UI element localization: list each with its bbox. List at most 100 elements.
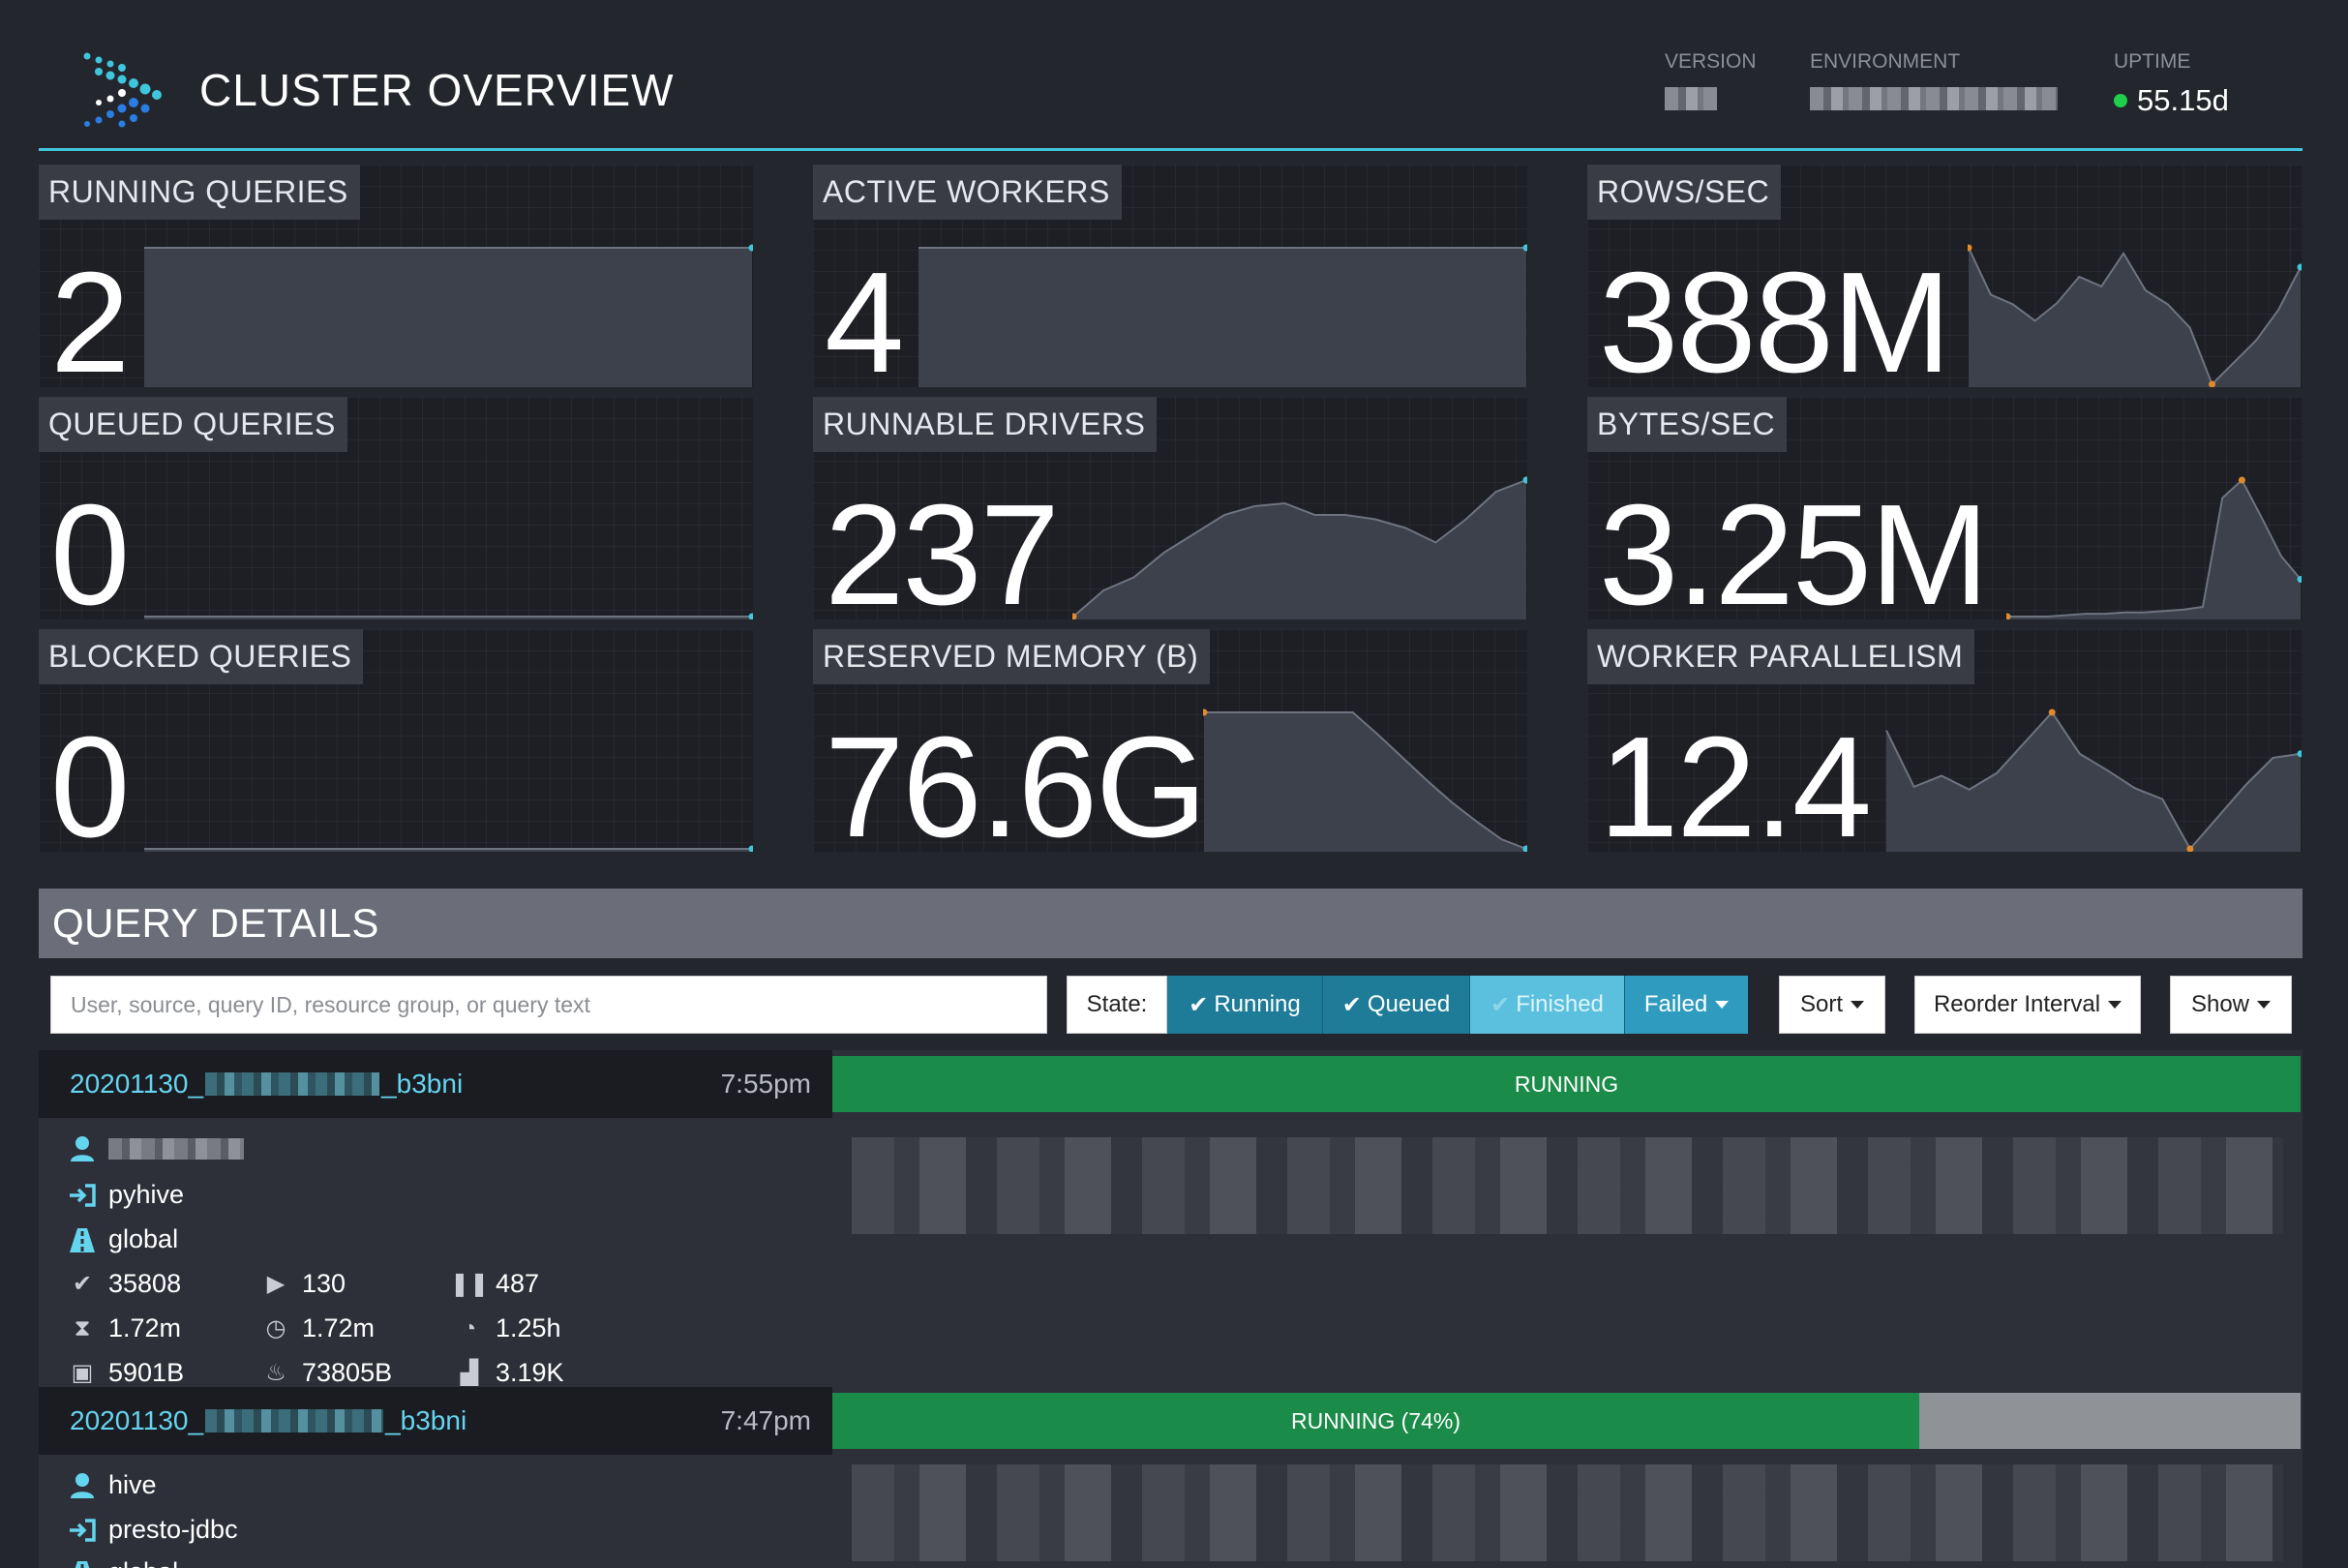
filter-running-button[interactable]: ✔ Running bbox=[1167, 976, 1322, 1034]
fire-icon: ♨ bbox=[265, 1360, 286, 1386]
query-time: 7:47pm bbox=[720, 1405, 811, 1435]
filter-finished-button[interactable]: ✔ Finished bbox=[1469, 976, 1624, 1034]
query-user bbox=[68, 1135, 244, 1162]
version-value-redacted bbox=[1665, 87, 1717, 110]
sparkline-last-marker bbox=[1522, 845, 1527, 852]
environment-value-redacted bbox=[1810, 87, 2058, 110]
tile-value: 3.25M bbox=[1599, 475, 1989, 620]
sparkline-last-marker bbox=[2297, 263, 2302, 271]
search-input[interactable] bbox=[50, 976, 1047, 1034]
caret-down-icon bbox=[1715, 1001, 1730, 1009]
tile-blocked-queries: BLOCKED QUERIES 0 bbox=[39, 629, 753, 852]
tile-value: 388M bbox=[1599, 243, 1951, 388]
check-icon: ✔ bbox=[1490, 991, 1511, 1018]
sparkline-area bbox=[918, 248, 1526, 387]
uptime-value: 55.15d bbox=[2137, 83, 2229, 117]
completed-splits-value: 35808 bbox=[108, 1269, 182, 1298]
sparkline-area bbox=[1073, 480, 1526, 619]
tile-value: 4 bbox=[825, 243, 904, 388]
query-id-link[interactable]: 20201130_ _b3bni bbox=[70, 1069, 463, 1100]
query-progress-remaining bbox=[1919, 1393, 2301, 1449]
wall-time: ⧗ 1.72m bbox=[68, 1313, 181, 1343]
current-memory-value: 5901B bbox=[108, 1358, 185, 1387]
dashboard-icon: ◔ bbox=[462, 1314, 477, 1342]
tile-rows-per-sec: ROWS/SEC 388M bbox=[1587, 165, 2302, 387]
query-id-link[interactable]: 20201130_ _b3bni bbox=[70, 1405, 467, 1436]
user-value: hive bbox=[108, 1470, 157, 1499]
query-id-suffix: _b3bni bbox=[381, 1069, 464, 1099]
sparkline bbox=[1885, 709, 2302, 852]
hdd-icon: ▣ bbox=[71, 1360, 94, 1386]
status-dot-icon bbox=[2114, 94, 2127, 107]
caret-down-icon bbox=[1851, 1001, 1864, 1009]
tile-label: RUNNING QUERIES bbox=[39, 165, 360, 220]
environment-info: ENVIRONMENT bbox=[1810, 50, 2058, 110]
cumulative-memory: ▟ 3.19K bbox=[455, 1358, 564, 1388]
tile-value: 76.6G bbox=[825, 708, 1207, 853]
tile-label: BLOCKED QUERIES bbox=[39, 629, 364, 684]
tile-running-queries: RUNNING QUERIES 2 bbox=[39, 165, 753, 387]
uptime-label: UPTIME bbox=[2114, 50, 2191, 73]
sparkline bbox=[1203, 709, 1527, 852]
filter-queued-label: Queued bbox=[1367, 991, 1451, 1017]
filter-failed-label: Failed bbox=[1643, 991, 1708, 1017]
query-source: presto-jdbc bbox=[68, 1515, 238, 1545]
query-id-prefix: 20201130_ bbox=[70, 1069, 204, 1099]
query-progress-bar: RUNNING (74%) bbox=[832, 1393, 1919, 1449]
sparkline bbox=[1968, 244, 2302, 387]
query-meta: hive presto-jdbc global bbox=[39, 1455, 832, 1568]
resource-group-value: global bbox=[108, 1224, 179, 1253]
uptime-display: 55.15d bbox=[2114, 83, 2229, 118]
sparkline-last-marker bbox=[748, 613, 753, 619]
show-dropdown[interactable]: Show bbox=[2170, 976, 2292, 1034]
show-label: Show bbox=[2190, 991, 2250, 1017]
tile-worker-parallelism: WORKER PARALLELISM 12.4 bbox=[1587, 629, 2302, 852]
reorder-interval-label: Reorder Interval bbox=[1933, 991, 2101, 1017]
equalizer-icon: ▟ bbox=[460, 1360, 479, 1386]
state-label: State: bbox=[1067, 976, 1167, 1034]
sparkline-area bbox=[1969, 248, 2301, 387]
running-splits-value: 130 bbox=[302, 1269, 346, 1298]
query-id-prefix: 20201130_ bbox=[70, 1405, 204, 1435]
road-icon bbox=[68, 1559, 97, 1568]
query-header: 20201130_ _b3bni 7:47pm bbox=[39, 1387, 832, 1455]
user-icon bbox=[68, 1472, 97, 1499]
version-label: VERSION bbox=[1665, 50, 1757, 73]
sparkline bbox=[2006, 476, 2302, 619]
check-icon: ✔ bbox=[72, 1271, 93, 1297]
query-details-header: QUERY DETAILS bbox=[39, 889, 2303, 958]
sort-dropdown[interactable]: Sort bbox=[1779, 976, 1885, 1034]
sparkline bbox=[144, 613, 753, 619]
filter-running-label: Running bbox=[1214, 991, 1301, 1017]
tile-active-workers: ACTIVE WORKERS 4 bbox=[813, 165, 1527, 387]
query-id-suffix: _b3bni bbox=[385, 1405, 467, 1435]
reorder-interval-dropdown[interactable]: Reorder Interval bbox=[1914, 976, 2141, 1034]
query-time: 7:55pm bbox=[720, 1069, 811, 1099]
peak-memory-value: 73805B bbox=[302, 1358, 393, 1387]
road-icon bbox=[68, 1226, 97, 1253]
page-header: CLUSTER OVERVIEW VERSION ENVIRONMENT UPT… bbox=[39, 0, 2303, 151]
tile-label: RESERVED MEMORY (B) bbox=[813, 629, 1211, 684]
sparkline-max-marker bbox=[1968, 244, 1972, 252]
query-source: pyhive bbox=[68, 1180, 184, 1210]
sparkline bbox=[144, 845, 753, 852]
tile-reserved-memory: RESERVED MEMORY (B) 76.6G bbox=[813, 629, 1527, 852]
sign-in-icon bbox=[68, 1183, 97, 1208]
filter-finished-label: Finished bbox=[1516, 991, 1604, 1017]
sparkline-last-marker bbox=[748, 845, 753, 852]
filter-queued-button[interactable]: ✔ Queued bbox=[1322, 976, 1469, 1034]
tile-label: RUNNABLE DRIVERS bbox=[813, 397, 1158, 452]
sparkline-max-marker bbox=[2238, 476, 2245, 484]
tile-value: 0 bbox=[50, 475, 130, 620]
query-filter-bar: State: ✔ Running ✔ Queued ✔ Finished Fai… bbox=[39, 958, 2303, 1050]
queued-splits-value: 487 bbox=[496, 1269, 540, 1298]
sparkline bbox=[144, 244, 753, 387]
tile-value: 237 bbox=[825, 475, 1060, 620]
filter-failed-dropdown[interactable]: Failed bbox=[1624, 976, 1748, 1034]
sort-label: Sort bbox=[1799, 991, 1843, 1017]
query-item: 20201130_ _b3bni 7:47pm RUNNING (74%) hi… bbox=[39, 1387, 2303, 1568]
query-header: 20201130_ _b3bni 7:55pm bbox=[39, 1050, 832, 1118]
sparkline-min-marker bbox=[2006, 613, 2011, 619]
tile-value: 2 bbox=[50, 243, 130, 388]
sparkline-area bbox=[2007, 480, 2301, 619]
